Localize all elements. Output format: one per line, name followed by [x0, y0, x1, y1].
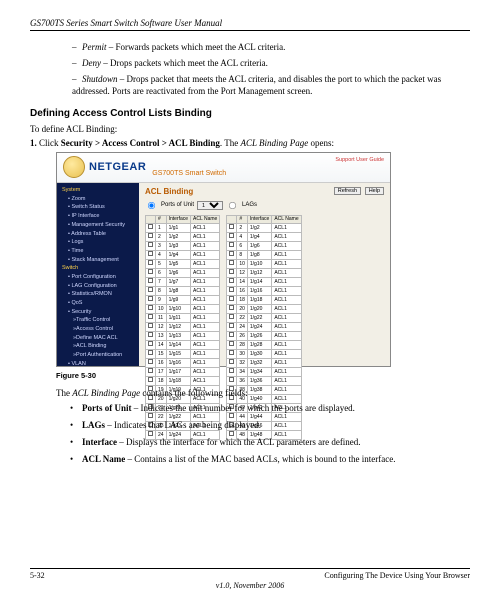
nav-item[interactable]: • Zoom	[57, 195, 139, 204]
side-nav[interactable]: System• Zoom• Switch Status• IP Interfac…	[57, 183, 139, 366]
table-row[interactable]: 301/g30ACL1	[227, 349, 301, 358]
field-item: Interface – Displays the interface for w…	[70, 436, 470, 448]
table-row[interactable]: 361/g36ACL1	[227, 376, 301, 385]
table-row[interactable]: 41/g4ACL1	[227, 232, 301, 241]
table-row[interactable]: 11/g1ACL1	[146, 223, 220, 232]
table-row[interactable]: 51/g5ACL1	[146, 259, 220, 268]
step-pre: Click	[39, 138, 61, 148]
nav-item[interactable]: • Time	[57, 247, 139, 256]
table-row[interactable]: 101/g10ACL1	[146, 304, 220, 313]
table-row[interactable]: 81/g8ACL1	[146, 286, 220, 295]
table-row[interactable]: 21/g2ACL1	[227, 223, 301, 232]
table-row[interactable]: 101/g10ACL1	[227, 259, 301, 268]
main-panel: ACL Binding Refresh Help Ports of Unit 1…	[139, 183, 390, 366]
nav-item[interactable]: Switch	[57, 265, 139, 274]
step-path: Security > Access Control > ACL Binding	[61, 138, 220, 148]
refresh-button[interactable]: Refresh	[334, 187, 361, 195]
section-heading: Defining Access Control Lists Binding	[30, 108, 470, 119]
table-row[interactable]: 61/g6ACL1	[227, 241, 301, 250]
nav-item[interactable]: »Traffic Control	[57, 317, 139, 326]
table-row[interactable]: 171/g17ACL1	[146, 367, 220, 376]
nav-item[interactable]: • Logs	[57, 239, 139, 248]
screenshot-header: NETGEAR GS700TS Smart Switch Support Use…	[57, 153, 390, 183]
section-intro: To define ACL Binding:	[30, 124, 470, 134]
definition-item: –Shutdown – Drops packet that meets the …	[72, 73, 470, 97]
step-1: 1. Click Security > Access Control > ACL…	[30, 138, 470, 148]
step-number: 1.	[30, 138, 37, 148]
nav-item[interactable]: »Define MAC ACL	[57, 334, 139, 343]
table-row[interactable]: 221/g22ACL1	[227, 313, 301, 322]
after-fig-pre: The	[56, 388, 72, 398]
nav-item[interactable]: • Statistics/RMON	[57, 291, 139, 300]
table-row[interactable]: 121/g12ACL1	[146, 322, 220, 331]
table-row[interactable]: 151/g15ACL1	[146, 349, 220, 358]
after-fig-page: ACL Binding Page	[72, 388, 140, 398]
button-bar: Refresh Help	[332, 187, 384, 195]
table-row[interactable]: 131/g13ACL1	[146, 331, 220, 340]
table-row[interactable]: 71/g7ACL1	[146, 277, 220, 286]
nav-item[interactable]: • Port Configuration	[57, 273, 139, 282]
table-row[interactable]: 61/g6ACL1	[146, 268, 220, 277]
page-footer: 5-32 Configuring The Device Using Your B…	[30, 568, 470, 590]
acl-binding-screenshot: NETGEAR GS700TS Smart Switch Support Use…	[56, 152, 391, 367]
table-row[interactable]: 161/g16ACL1	[146, 358, 220, 367]
nav-item[interactable]: • QoS	[57, 300, 139, 309]
product-subtitle: GS700TS Smart Switch	[152, 170, 226, 182]
table-row[interactable]: 121/g12ACL1	[227, 268, 301, 277]
table-row[interactable]: 341/g34ACL1	[227, 367, 301, 376]
lags-label: LAGs	[242, 202, 257, 208]
nav-item[interactable]: System	[57, 187, 139, 196]
lags-radio[interactable]	[229, 201, 236, 208]
nav-item[interactable]: »Port Authentication	[57, 352, 139, 361]
table-row[interactable]: 261/g26ACL1	[227, 331, 301, 340]
brand-text: NETGEAR	[89, 161, 146, 173]
radio-row: Ports of Unit 1 LAGs	[145, 199, 384, 212]
step-mid: . The	[220, 138, 241, 148]
netgear-logo-icon	[63, 156, 85, 178]
table-row[interactable]: 181/g18ACL1	[146, 376, 220, 385]
definition-item: –Deny – Drops packets which meet the ACL…	[72, 57, 470, 69]
field-item: ACL Name – Contains a list of the MAC ba…	[70, 453, 470, 465]
nav-item[interactable]: • VLAN	[57, 360, 139, 365]
footer-chapter: Configuring The Device Using Your Browse…	[324, 571, 470, 580]
definition-item: –Permit – Forwards packets which meet th…	[72, 41, 470, 53]
definition-list: –Permit – Forwards packets which meet th…	[72, 41, 470, 98]
step-post: opens:	[308, 138, 334, 148]
help-button[interactable]: Help	[365, 187, 384, 195]
nav-item[interactable]: »ACL Binding	[57, 343, 139, 352]
field-item: Ports of Unit – Indicates the unit numbe…	[70, 402, 470, 414]
page-header: GS700TS Series Smart Switch Software Use…	[30, 18, 470, 31]
nav-item[interactable]: »Access Control	[57, 326, 139, 335]
table-row[interactable]: 281/g28ACL1	[227, 340, 301, 349]
top-links[interactable]: Support User Guide	[335, 157, 384, 163]
table-row[interactable]: 81/g8ACL1	[227, 250, 301, 259]
ports-radio[interactable]	[148, 201, 155, 208]
footer-version: v1.0, November 2006	[30, 581, 470, 590]
footer-page-num: 5-32	[30, 571, 45, 580]
table-row[interactable]: 141/g14ACL1	[146, 340, 220, 349]
table-row[interactable]: 201/g20ACL1	[227, 304, 301, 313]
nav-item[interactable]: • Management Security	[57, 221, 139, 230]
nav-item[interactable]: • Switch Status	[57, 204, 139, 213]
ports-label: Ports of Unit	[161, 202, 194, 208]
table-row[interactable]: 41/g4ACL1	[146, 250, 220, 259]
screenshot-body: System• Zoom• Switch Status• IP Interfac…	[57, 183, 390, 366]
nav-item[interactable]: • IP Interface	[57, 213, 139, 222]
table-row[interactable]: 111/g11ACL1	[146, 313, 220, 322]
table-row[interactable]: 141/g14ACL1	[227, 277, 301, 286]
step-page-name: ACL Binding Page	[240, 138, 308, 148]
nav-item[interactable]: • Security	[57, 308, 139, 317]
nav-item[interactable]: • Stack Management	[57, 256, 139, 265]
nav-item[interactable]: • Address Table	[57, 230, 139, 239]
table-row[interactable]: 31/g3ACL1	[146, 241, 220, 250]
table-row[interactable]: 181/g18ACL1	[227, 295, 301, 304]
nav-item[interactable]: • LAG Configuration	[57, 282, 139, 291]
table-row[interactable]: 321/g32ACL1	[227, 358, 301, 367]
unit-select[interactable]: 1	[197, 201, 223, 210]
table-row[interactable]: 241/g24ACL1	[227, 322, 301, 331]
after-fig-post: contains the following fields:	[140, 388, 247, 398]
table-row[interactable]: 91/g9ACL1	[146, 295, 220, 304]
table-row[interactable]: 161/g16ACL1	[227, 286, 301, 295]
table-row[interactable]: 21/g2ACL1	[146, 232, 220, 241]
